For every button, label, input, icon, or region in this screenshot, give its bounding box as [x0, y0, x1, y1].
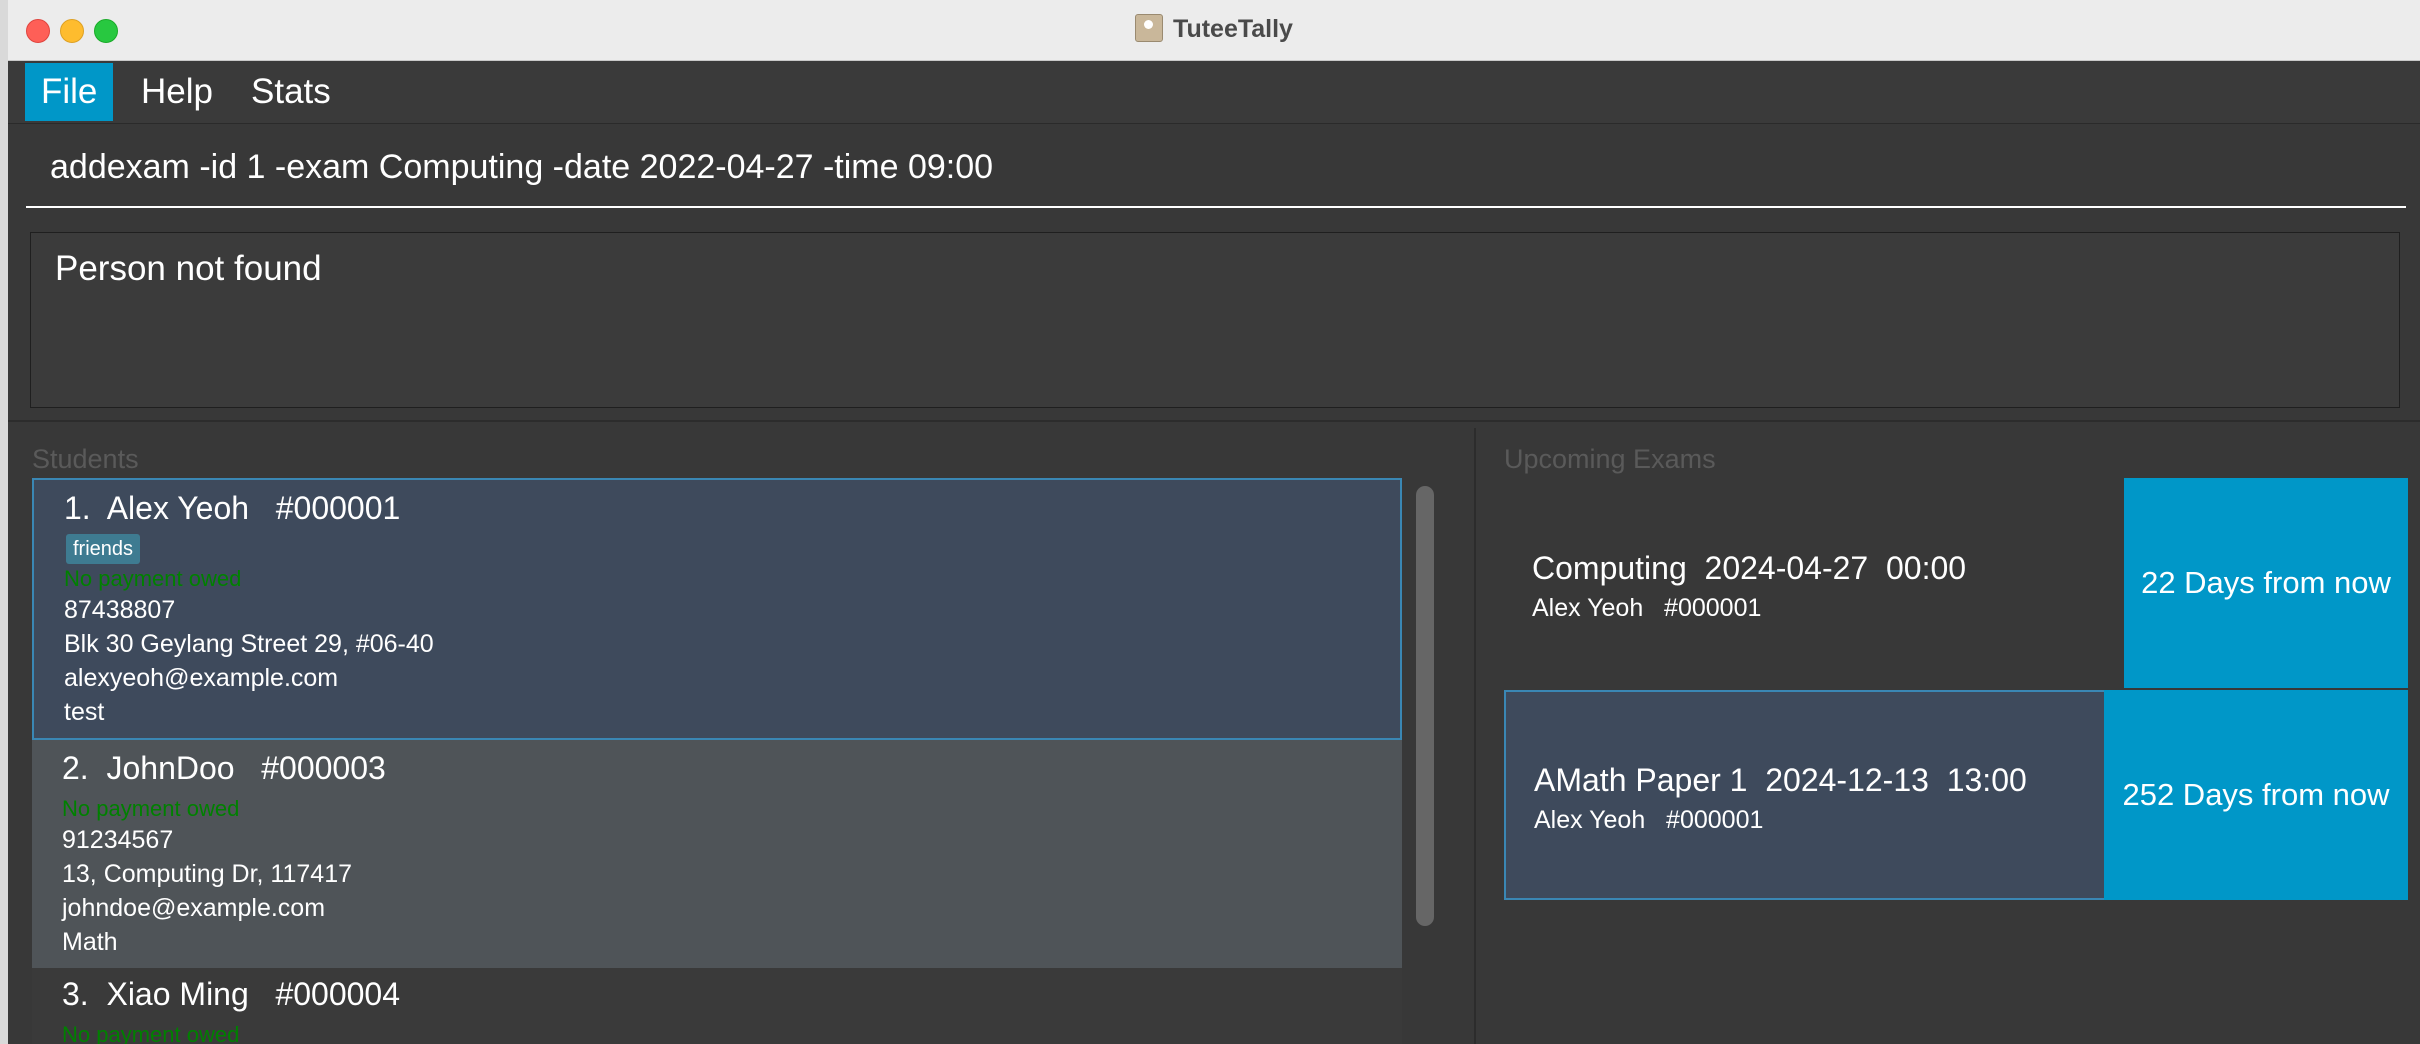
student-list-scrollbar[interactable] [1416, 486, 1434, 926]
exams-label: Upcoming Exams [1504, 444, 1716, 474]
student-card[interactable]: 3. Xiao Ming #000004 No payment owed [32, 968, 1402, 1044]
menu-file[interactable]: File [25, 63, 114, 121]
command-input[interactable] [26, 132, 2406, 202]
student-card[interactable]: 1. Alex Yeoh #000001 friends No payment … [32, 478, 1402, 740]
student-subject: test [64, 698, 105, 726]
payment-status: No payment owed [62, 796, 240, 821]
student-address: Blk 30 Geylang Street 29, #06-40 [64, 630, 434, 658]
menu-bar: File Help Stats [8, 61, 2420, 124]
student-address: 13, Computing Dr, 117417 [62, 860, 353, 888]
student-name: 3. Xiao Ming #000004 [62, 976, 401, 1012]
command-box [26, 132, 2406, 208]
result-text: Person not found [55, 249, 322, 288]
app-window: TuteeTally File Help Stats Person not fo… [8, 0, 2420, 1044]
window-title: TuteeTally [1173, 15, 1293, 43]
days-countdown: 252 Days from now [2104, 690, 2408, 900]
exam-card[interactable]: AMath Paper 1 2024-12-13 13:00 Alex Yeoh… [1504, 690, 2408, 900]
student-name: 2. JohnDoo #000003 [62, 750, 386, 786]
app-icon [1135, 14, 1164, 42]
students-panel: Students 1. Alex Yeoh #000001 friends No… [26, 428, 1462, 1044]
menu-stats[interactable]: Stats [235, 63, 347, 121]
exam-title: Computing 2024-04-27 00:00 [1532, 550, 1967, 586]
exam-student: Alex Yeoh #000001 [1534, 806, 1764, 834]
days-countdown: 22 Days from now [2124, 478, 2408, 688]
exam-student: Alex Yeoh #000001 [1532, 594, 1762, 622]
payment-status: No payment owed [64, 566, 242, 591]
window-title-area: TuteeTally [8, 14, 2420, 44]
title-bar: TuteeTally [8, 0, 2420, 61]
payment-status: No payment owed [62, 1022, 240, 1044]
student-list[interactable]: 1. Alex Yeoh #000001 friends No payment … [32, 478, 1402, 1044]
split-divider[interactable] [8, 420, 2420, 422]
result-display: Person not found [30, 232, 2400, 408]
students-label: Students [32, 444, 139, 474]
student-phone: 91234567 [62, 826, 174, 854]
student-email: alexyeoh@example.com [64, 664, 339, 692]
exams-panel: Upcoming Exams Computing 2024-04-27 00:0… [1474, 428, 2420, 1044]
student-name: 1. Alex Yeoh #000001 [64, 490, 401, 526]
student-email: johndoe@example.com [62, 894, 326, 922]
student-subject: Math [62, 928, 118, 956]
exam-card[interactable]: Computing 2024-04-27 00:00 Alex Yeoh #00… [1504, 478, 2408, 688]
tag-badge: friends [66, 534, 141, 564]
menu-help[interactable]: Help [125, 63, 229, 121]
exam-title: AMath Paper 1 2024-12-13 13:00 [1534, 762, 2027, 798]
student-card[interactable]: 2. JohnDoo #000003 No payment owed 91234… [32, 740, 1402, 968]
student-phone: 87438807 [64, 596, 176, 624]
